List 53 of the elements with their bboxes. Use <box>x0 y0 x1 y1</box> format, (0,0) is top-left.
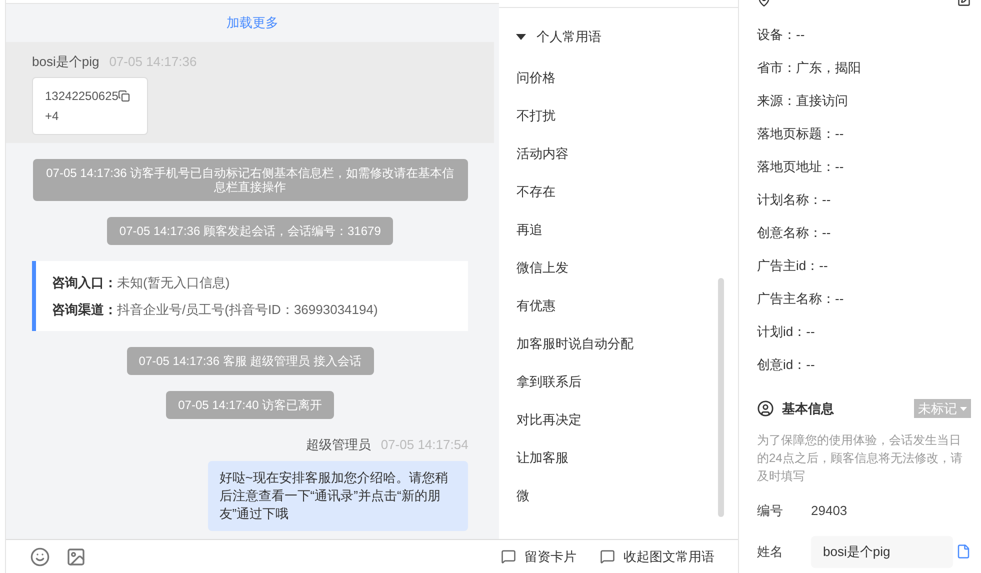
system-notice: 07-05 14:17:40 访客已离开 <box>166 391 334 419</box>
scrollbar[interactable] <box>718 278 724 517</box>
sender-name: bosi是个pig <box>32 52 100 71</box>
source-info-row-text: 设备：-- <box>757 26 805 44</box>
system-notice: 07-05 14:17:36 顾客发起会话，会话编号：31679 <box>107 217 393 245</box>
phrase-item[interactable]: 拿到联系后 <box>516 362 718 400</box>
info-value: 抖音企业号/员工号(抖音号ID：36993034194) <box>117 301 378 319</box>
user-icon <box>757 400 774 418</box>
phrase-item[interactable]: 不存在 <box>516 172 718 210</box>
phrase-item[interactable]: 对比再决定 <box>516 400 718 438</box>
message-time: 07-05 14:17:54 <box>380 436 468 454</box>
phrase-item[interactable]: 问价格 <box>516 58 718 96</box>
message-bubble: 好哒~现在安排客服加您介绍哈。请您稍后注意查看一下“通讯录”并点击“新的朋友”通过下哦 <box>208 460 468 530</box>
name-input[interactable]: bosi是个pig <box>811 536 953 568</box>
sender-name: 超级管理员 <box>306 436 371 454</box>
section-title: 基本信息 <box>782 400 834 418</box>
emoji-icon[interactable] <box>30 546 50 566</box>
info-label: 咨询渠道： <box>52 301 117 319</box>
source-info-row-text: 创意id：-- <box>757 356 815 374</box>
phrase-item[interactable]: 再追 <box>516 210 718 248</box>
field-label: 姓名 <box>757 542 784 561</box>
field-label: 编号 <box>757 502 784 520</box>
field-value: 29403 <box>811 502 848 520</box>
image-icon[interactable] <box>66 546 86 566</box>
source-info-row-text: 来源：直接访问 <box>757 92 848 110</box>
phrase-item[interactable]: 活动内容 <box>516 134 718 172</box>
source-info-row-text: 落地页标题：-- <box>757 124 844 143</box>
phrase-item[interactable]: 微 <box>516 476 718 514</box>
source-info-row-text: 省市：广东，揭阳 <box>757 58 861 77</box>
system-notice: 07-05 14:17:36 访客手机号已自动标记右侧基本信息栏，如需修改请在基本信息栏直接操作 <box>32 159 468 201</box>
extra-count: +4 <box>45 109 59 123</box>
source-info-row-text: 计划名称：-- <box>757 190 831 209</box>
phrase-item[interactable]: 有优惠 <box>516 286 718 324</box>
phrase-item[interactable]: 让加客服 <box>516 438 718 476</box>
source-info-row-text: 创意名称：-- <box>757 224 831 242</box>
toolbar-button[interactable]: 收起图文常用语 <box>600 546 714 566</box>
phone-number: 13242250625 <box>45 88 118 105</box>
message-icon <box>600 549 616 564</box>
system-notice: 07-05 14:17:36 客服 超级管理员 接入会话 <box>126 347 374 375</box>
toolbar-button[interactable]: 留资卡片 <box>501 546 576 566</box>
source-info-row-text: 广告主id：-- <box>757 256 828 275</box>
phrase-item[interactable]: 微信上发 <box>516 248 718 286</box>
source-info-row-text: 广告主名称：-- <box>757 290 844 308</box>
caret-icon <box>960 406 967 411</box>
phrase-item[interactable]: 不打扰 <box>516 96 718 134</box>
message-icon <box>501 549 516 564</box>
source-info-row-text: 计划id：-- <box>757 322 815 341</box>
info-value: 未知(暂无入口信息) <box>117 274 230 292</box>
source-info-row-text: 落地页地址：-- <box>757 158 844 176</box>
notice-text: 为了保障您的使用体验，会话发生当日的24点之后，顾客信息将无法修改，请及时填写 <box>757 432 964 484</box>
phrase-group-header[interactable]: 个人常用语 <box>516 27 718 46</box>
info-label: 咨询入口： <box>52 274 117 292</box>
phrase-item[interactable]: 加客服时说自动分配 <box>516 324 718 362</box>
